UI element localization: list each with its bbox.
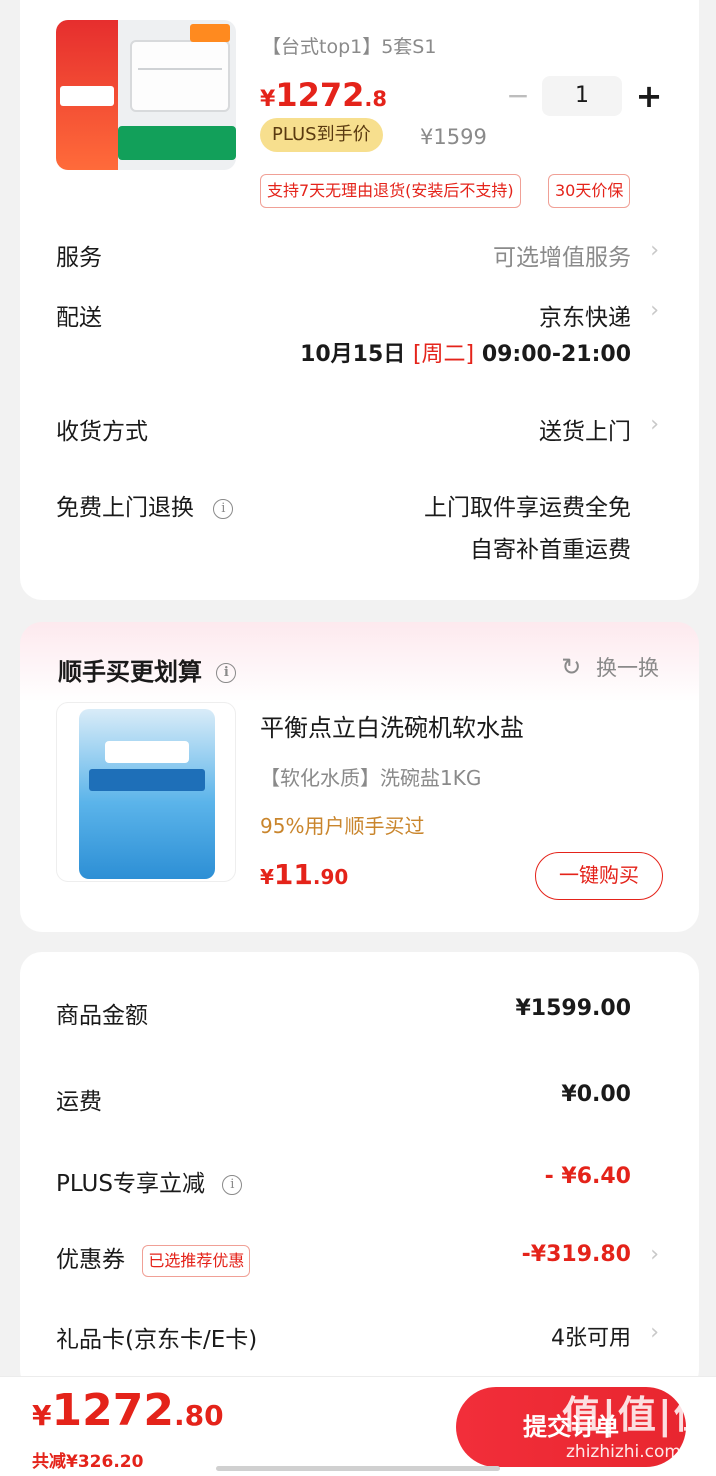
recommendation-price: ¥ 11 .90 — [260, 858, 348, 891]
quantity-minus-button[interactable]: − — [504, 80, 532, 112]
watermark-url: zhizhizhi.com — [566, 1442, 681, 1462]
delivery-time: 09:00-21:00 — [481, 342, 631, 367]
product-subtitle: 【台式top1】5套S1 — [262, 36, 437, 58]
free-return-label: 免费上门退换 — [56, 495, 194, 521]
product-image[interactable] — [56, 20, 236, 170]
service-value[interactable]: 可选增值服务 — [493, 238, 631, 272]
return-policy-tag: 支持7天无理由退货(安装后不支持) — [260, 174, 521, 208]
chevron-right-icon[interactable]: › — [650, 1320, 659, 1345]
recommendation-title: 顺手买更划算 — [58, 658, 202, 686]
free-return-row: 免费上门退换 i — [56, 488, 234, 522]
product-image-price-chip — [60, 86, 114, 106]
recommendation-title-row: 顺手买更划算 i — [58, 652, 237, 687]
goods-amount-value: ¥1599.00 — [515, 996, 631, 1021]
watermark-logo: 值|值|值 — [562, 1393, 714, 1437]
refresh-icon: ↻ — [561, 653, 582, 681]
recommendation-social-proof: 95%用户顺手买过 — [260, 814, 425, 838]
product-image-subsidy-banner — [118, 126, 236, 160]
free-return-value-1: 上门取件享运费全免 — [424, 495, 631, 521]
plus-price-badge: PLUS到手价 — [260, 118, 383, 152]
refresh-button[interactable]: ↻ 换一换 — [561, 652, 659, 682]
recommendation-subtitle: 【软化水质】洗碗盐1KG — [260, 766, 482, 790]
chevron-right-icon[interactable]: › — [650, 412, 659, 437]
price-integer: 1272 — [51, 1385, 174, 1436]
plus-discount-label: PLUS专享立减 — [56, 1171, 205, 1197]
price-symbol: ¥ — [260, 865, 274, 889]
delivery-value[interactable]: 京东快递 — [539, 298, 631, 332]
price-symbol: ¥ — [32, 1399, 52, 1432]
gift-card-value[interactable]: 4张可用 — [551, 1320, 631, 1352]
total-price: ¥ 1272 .80 — [32, 1385, 224, 1436]
info-icon[interactable]: i — [216, 663, 237, 683]
service-label: 服务 — [56, 245, 102, 271]
price-decimal: .90 — [312, 865, 349, 889]
original-price: ¥1599 — [420, 125, 487, 149]
recommendation-image[interactable] — [56, 702, 236, 882]
chevron-right-icon[interactable]: › — [650, 238, 659, 263]
shipping-value: ¥0.00 — [561, 1082, 631, 1107]
coupon-selected-tag: 已选推荐优惠 — [142, 1244, 251, 1277]
salt-bag-logo — [105, 741, 189, 763]
info-icon[interactable]: i — [213, 498, 234, 519]
goods-amount-label: 商品金额 — [56, 1003, 148, 1029]
salt-bag-label — [89, 769, 205, 791]
salt-bag-picture — [79, 709, 215, 879]
coupon-label: 优惠券 — [56, 1247, 125, 1273]
delivery-weekday: [周二] — [412, 342, 475, 367]
product-price: ¥ 1272 .8 — [260, 76, 387, 114]
price-summary-card: 商品金额 ¥1599.00 运费 ¥0.00 PLUS专享立减 i - ¥6.4… — [20, 952, 699, 1392]
delivery-label: 配送 — [56, 305, 102, 331]
price-protection-tag: 30天价保 — [548, 174, 631, 208]
product-image-tag — [190, 24, 230, 42]
refresh-label: 换一换 — [596, 656, 659, 680]
quantity-input[interactable]: 1 — [542, 76, 622, 116]
free-return-value-2: 自寄补首重运费 — [470, 537, 631, 563]
shipping-label: 运费 — [56, 1089, 102, 1115]
coupon-row[interactable]: 优惠券 已选推荐优惠 — [56, 1240, 251, 1277]
dishwasher-picture — [130, 40, 230, 112]
quantity-plus-button[interactable]: + — [634, 76, 664, 116]
price-integer: 11 — [273, 858, 313, 891]
recommendation-card: 顺手买更划算 i ↻ 换一换 平衡点立白洗碗机软水盐 【软化水质】洗碗盐1KG … — [20, 622, 699, 932]
delivery-date-line[interactable]: 10月15日 [周二] 09:00-21:00 — [300, 336, 631, 368]
one-click-buy-button[interactable]: 一键购买 — [535, 852, 663, 900]
coupon-value[interactable]: -¥319.80 — [522, 1242, 631, 1267]
receive-method-value[interactable]: 送货上门 — [539, 412, 631, 446]
total-saved[interactable]: 共减¥326.20 — [32, 1447, 143, 1472]
chevron-right-icon[interactable]: › — [650, 1242, 659, 1267]
price-integer: 1272 — [275, 76, 365, 114]
recommendation-name[interactable]: 平衡点立白洗碗机软水盐 — [260, 708, 524, 743]
plus-discount-row: PLUS专享立减 i — [56, 1164, 243, 1198]
info-icon[interactable]: i — [222, 1174, 243, 1195]
home-indicator[interactable] — [216, 1466, 500, 1471]
gift-card-label: 礼品卡(京东卡/E卡) — [56, 1327, 258, 1353]
delivery-date: 10月15日 — [300, 342, 406, 367]
plus-discount-value: - ¥6.40 — [544, 1164, 631, 1189]
chevron-right-icon[interactable]: › — [650, 298, 659, 323]
price-decimal: .80 — [173, 1399, 224, 1432]
product-card: 【台式top1】5套S1 ¥ 1272 .8 − 1 + PLUS到手价 ¥15… — [20, 0, 699, 600]
receive-method-label: 收货方式 — [56, 419, 148, 445]
price-symbol: ¥ — [260, 87, 276, 112]
price-decimal: .8 — [364, 87, 387, 111]
